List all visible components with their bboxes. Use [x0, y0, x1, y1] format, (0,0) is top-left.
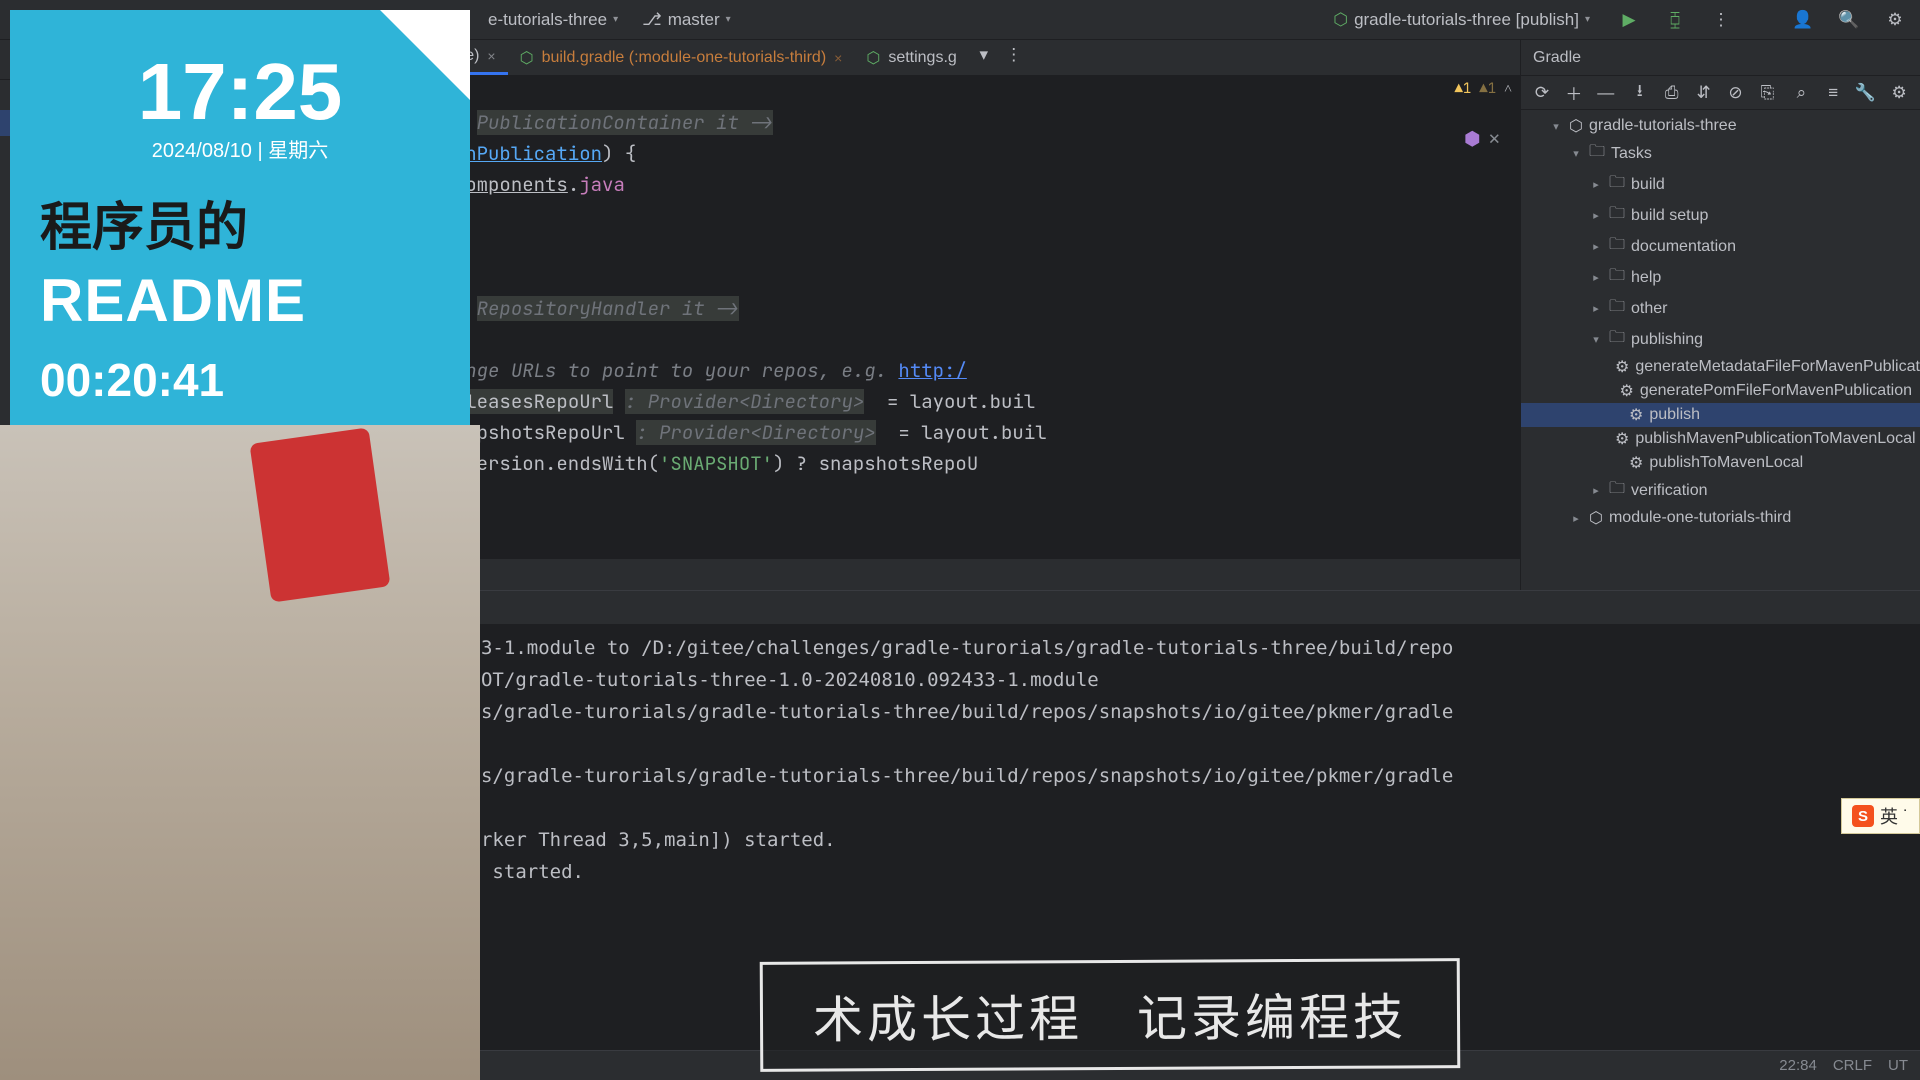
gradle-root[interactable]: ▾⬡ gradle-tutorials-three	[1521, 114, 1920, 138]
ime-text: 英 ˙	[1880, 803, 1909, 829]
overlay-line2: README	[40, 266, 440, 335]
code-with-me-icon[interactable]: 👤	[1788, 5, 1818, 35]
gradle-icon: ⬡	[1333, 10, 1348, 30]
gear-icon: ⚙	[1629, 453, 1643, 473]
folder-icon: 🗀	[1589, 140, 1605, 167]
wrench-button[interactable]: 🔧	[1850, 78, 1880, 108]
gradle-folder[interactable]: ▸🗀documentation	[1521, 231, 1920, 262]
gradle-folder[interactable]: ▾🗀Tasks	[1521, 138, 1920, 169]
gear-icon: ⚙	[1615, 357, 1629, 377]
gear-icon: ⚙	[1620, 381, 1634, 401]
debug-button[interactable]: ⧮	[1660, 5, 1690, 35]
file-encoding[interactable]: UT	[1888, 1057, 1908, 1074]
gear-icon: ⚙	[1629, 405, 1643, 425]
attach-button[interactable]: ⎘	[1752, 78, 1782, 108]
gradle-icon: ⬡	[1589, 508, 1603, 528]
chevron-down-icon: ▾	[726, 14, 731, 25]
clock-date: 2024/08/10 | 星期六	[40, 134, 440, 163]
run-config-name: gradle-tutorials-three [publish]	[1354, 10, 1579, 30]
ime-badge-icon: S	[1852, 805, 1874, 827]
folder-icon: 🗀	[1609, 264, 1625, 291]
folder-icon: 🗀	[1609, 477, 1625, 504]
settings-button[interactable]: ⚙	[1880, 5, 1910, 35]
chevron-down-icon: ▾	[613, 14, 618, 25]
gradle-icon: ⬡	[520, 48, 534, 68]
folder-icon: 🗀	[1609, 326, 1625, 353]
overlay-line1: 程序员的	[40, 185, 440, 260]
subtitle-text: 术成长过程 记录编程技	[813, 977, 1407, 1052]
gradle-task[interactable]: ⚙generateMetadataFileForMavenPublication	[1521, 355, 1920, 379]
line-sep[interactable]: CRLF	[1833, 1057, 1872, 1074]
gear-icon: ⚙	[1615, 429, 1629, 449]
cancel-button[interactable]: ⊘	[1721, 78, 1751, 108]
gradle-folder[interactable]: ▸⬡module-one-tutorials-third	[1521, 506, 1920, 530]
branch-name: master	[668, 10, 720, 30]
tabs-more[interactable]: ⋮	[999, 40, 1029, 70]
chevron-down-icon: ▾	[1585, 14, 1590, 25]
run-button[interactable]: ▶	[1614, 5, 1644, 35]
remove-button[interactable]: —	[1591, 78, 1621, 108]
gradle-folder[interactable]: ▾🗀publishing	[1521, 324, 1920, 355]
project-dropdown[interactable]: e-tutorials-three ▾	[480, 6, 626, 34]
expand-button[interactable]: ⇵	[1689, 78, 1719, 108]
folder-icon: 🗀	[1609, 202, 1625, 229]
folder-icon: 🗀	[1609, 233, 1625, 260]
analyze-button[interactable]: ⌕	[1786, 78, 1816, 108]
gradle-task[interactable]: ⚙publishMavenPublicationToMavenLocal	[1521, 427, 1920, 451]
overlay-timer: 00:20:41	[40, 353, 440, 407]
tabs-dropdown[interactable]: ▾	[969, 40, 999, 70]
execute-button[interactable]: ⎙	[1657, 78, 1687, 108]
gradle-folder[interactable]: ▸🗀help	[1521, 262, 1920, 293]
clock-time: 17:25	[40, 46, 440, 138]
gradle-icon: ⬡	[866, 48, 880, 68]
gradle-icon: ⬡	[1569, 116, 1583, 136]
editor-tab[interactable]: ⬡build.gradle (:module-one-tutorials-thi…	[508, 40, 855, 75]
add-button[interactable]: ＋	[1559, 78, 1589, 108]
close-icon[interactable]: ×	[487, 48, 495, 64]
gradle-panel-title: Gradle	[1521, 40, 1920, 76]
gradle-settings-button[interactable]: ⚙	[1884, 78, 1914, 108]
offline-button[interactable]: ≡	[1818, 78, 1848, 108]
download-button[interactable]: ⭳	[1625, 78, 1655, 108]
more-button[interactable]: ⋮	[1706, 5, 1736, 35]
close-icon[interactable]: ×	[834, 50, 842, 66]
clock-widget: 17:25 2024/08/10 | 星期六 程序员的 README 00:20…	[10, 10, 470, 425]
gradle-task[interactable]: ⚙publish	[1521, 403, 1920, 427]
caret-position[interactable]: 22:84	[1779, 1057, 1817, 1074]
folder-icon: 🗀	[1609, 171, 1625, 198]
branch-icon: ⎇	[642, 10, 662, 30]
gradle-folder[interactable]: ▸🗀build setup	[1521, 200, 1920, 231]
search-button[interactable]: 🔍	[1834, 5, 1864, 35]
editor-tab[interactable]: ⬡settings.g	[854, 40, 968, 75]
webcam-feed	[0, 425, 480, 1080]
gradle-folder[interactable]: ▸🗀verification	[1521, 475, 1920, 506]
gradle-task[interactable]: ⚙publishToMavenLocal	[1521, 451, 1920, 475]
ime-indicator[interactable]: S 英 ˙	[1841, 798, 1920, 834]
project-name: e-tutorials-three	[488, 10, 607, 30]
subtitle-box: 术成长过程 记录编程技	[760, 958, 1461, 1072]
branch-dropdown[interactable]: ⎇ master ▾	[634, 6, 739, 34]
gradle-task[interactable]: ⚙generatePomFileForMavenPublication	[1521, 379, 1920, 403]
run-config-dropdown[interactable]: ⬡ gradle-tutorials-three [publish] ▾	[1325, 6, 1598, 34]
gradle-folder[interactable]: ▸🗀build	[1521, 169, 1920, 200]
gradle-tree[interactable]: ▾⬡ gradle-tutorials-three ▾🗀Tasks▸🗀build…	[1521, 110, 1920, 590]
folder-icon: 🗀	[1609, 295, 1625, 322]
gradle-folder[interactable]: ▸🗀other	[1521, 293, 1920, 324]
reload-button[interactable]: ⟳	[1527, 78, 1557, 108]
